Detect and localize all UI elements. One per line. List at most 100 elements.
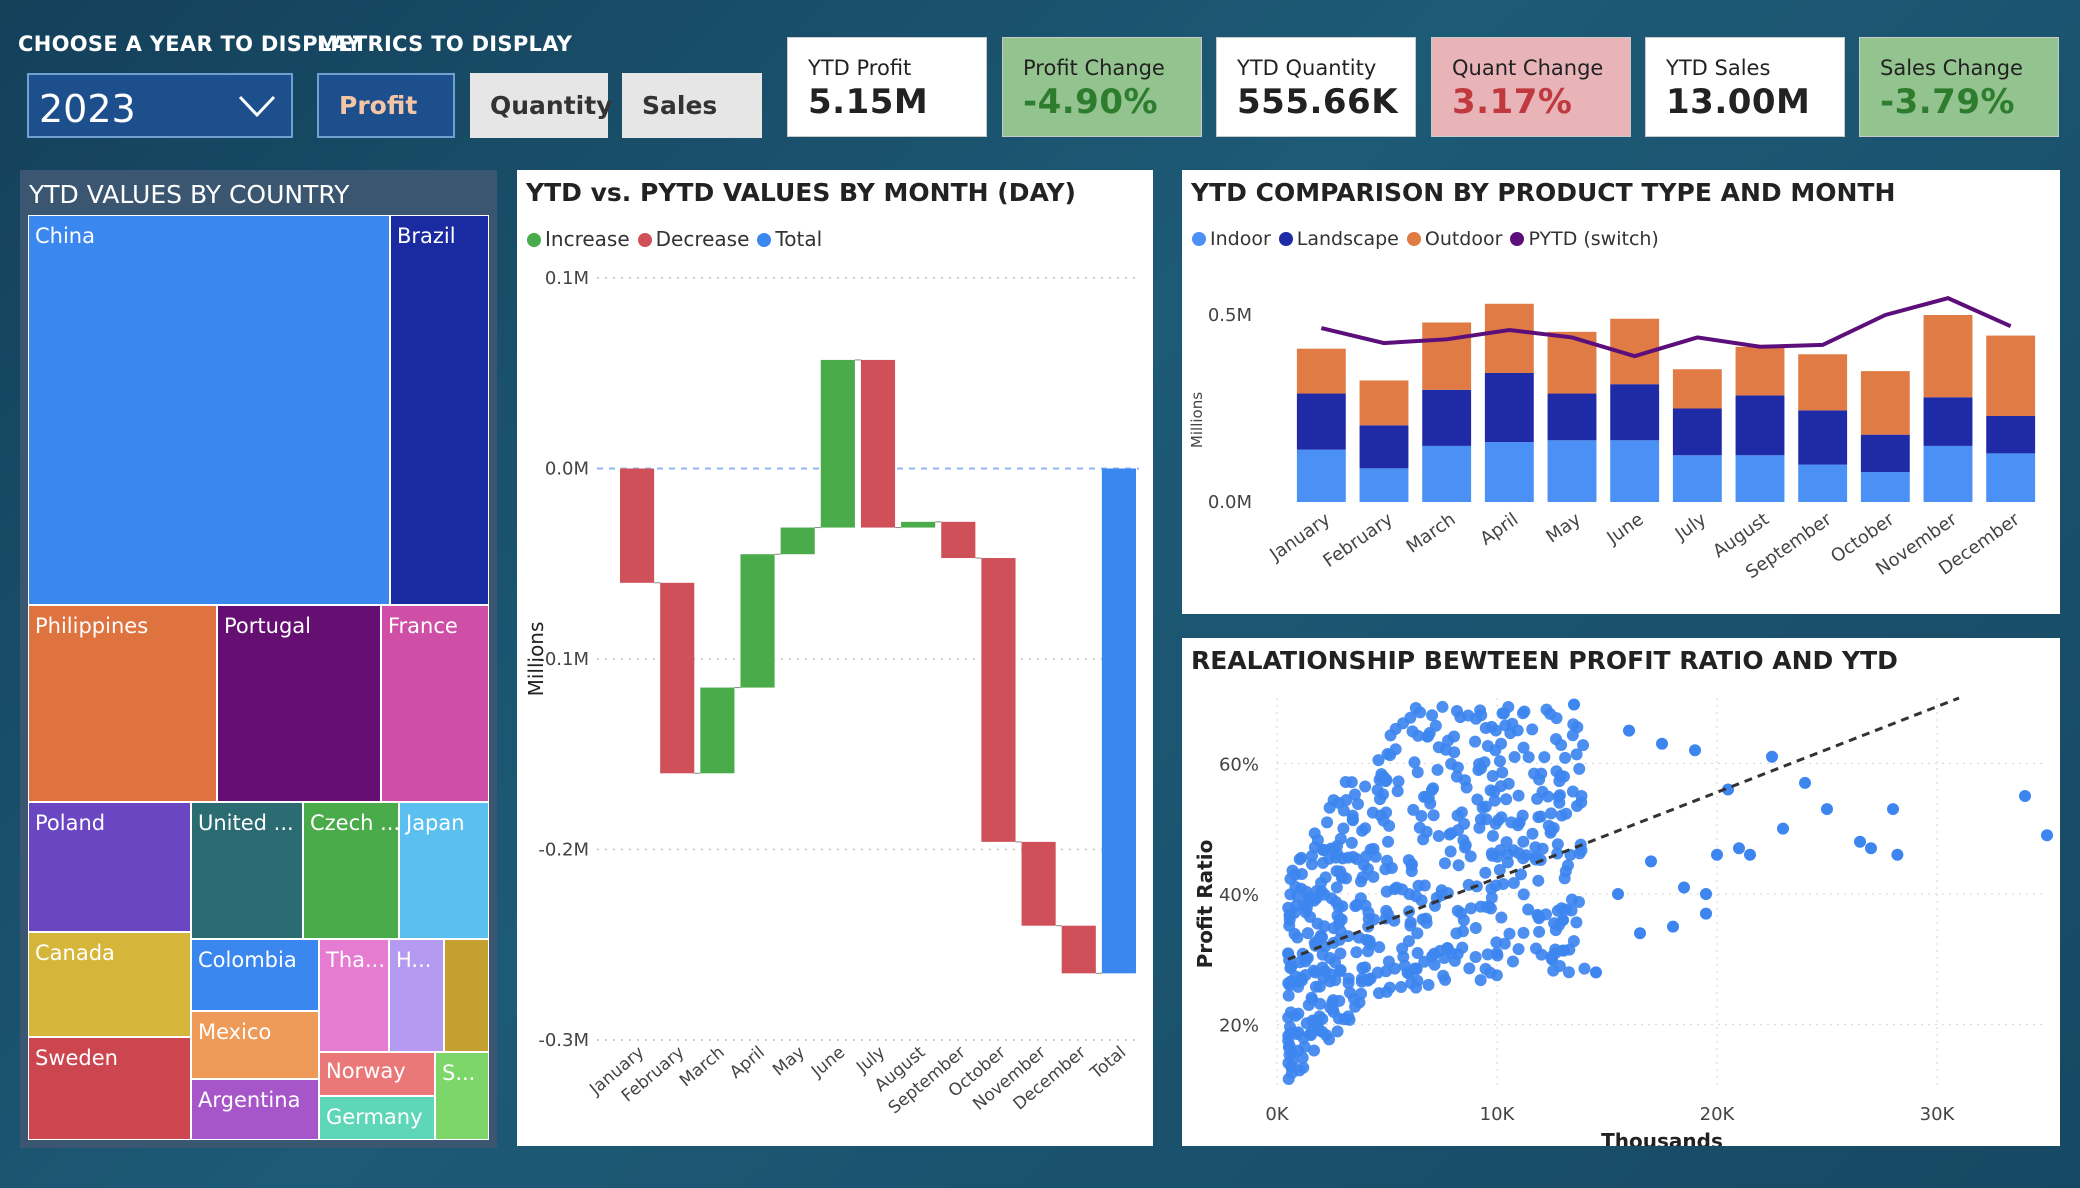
scatter-point <box>1334 865 1347 878</box>
scatter-point <box>1292 1007 1305 1020</box>
scatter-point <box>1306 849 1319 862</box>
scatter-point <box>1367 842 1380 855</box>
scatter-point <box>1500 793 1513 806</box>
scatter-point <box>1410 963 1423 976</box>
scatter-point <box>1359 961 1372 974</box>
scatter-point <box>1444 845 1457 858</box>
scatter-point <box>1538 751 1551 764</box>
treemap-tile-japan[interactable]: Japan <box>399 802 489 939</box>
scatter-point <box>1529 841 1542 854</box>
stacked-bar-segment <box>1296 393 1346 450</box>
stacked-bar-segment <box>1860 434 1910 473</box>
scatter-point <box>1667 920 1679 933</box>
x-tick-label: April <box>1476 509 1522 550</box>
scatter-point <box>1356 824 1369 837</box>
scatter-point <box>1411 927 1424 940</box>
scatter-point <box>1578 962 1591 975</box>
scatter-point <box>1395 981 1408 994</box>
treemap-tile-poland[interactable]: Poland <box>28 802 191 932</box>
scatter-point <box>1295 971 1308 984</box>
scatter-point <box>1373 941 1386 954</box>
scatter-point <box>1345 836 1358 849</box>
scatter-point <box>1334 947 1347 960</box>
treemap-tile-germany[interactable]: Germany <box>319 1096 435 1140</box>
scatter-point <box>2041 829 2053 842</box>
scatter-point <box>1422 978 1435 991</box>
metric-button-quantity[interactable]: Quantity <box>470 73 613 138</box>
treemap-tile-portugal[interactable]: Portugal <box>217 605 381 802</box>
kpi-label: YTD Quantity <box>1237 56 1377 80</box>
scatter-point <box>1432 829 1445 842</box>
treemap-tile-sweden[interactable]: Sweden <box>28 1037 191 1140</box>
stacked-bar-segment <box>1610 440 1660 502</box>
scatter-point <box>1493 863 1506 876</box>
x-tick-label: 20K <box>1700 1104 1736 1125</box>
treemap-tile-argentina[interactable]: Argentina <box>191 1079 319 1140</box>
kpi-label: Quant Change <box>1452 56 1604 80</box>
scatter-point <box>1309 980 1322 993</box>
scatter-point <box>1382 835 1395 848</box>
scatter-point <box>1536 785 1549 798</box>
scatter-point <box>1350 898 1363 911</box>
scatter-point <box>1289 880 1302 893</box>
scatter-point <box>1821 803 1833 816</box>
treemap-tile-h[interactable]: H... <box>389 939 444 1052</box>
scatter-point <box>1526 827 1539 840</box>
scatter-point <box>1526 723 1539 736</box>
scatter-point <box>1645 855 1657 868</box>
treemap-tile-mexico[interactable]: Mexico <box>191 1011 319 1079</box>
treemap-tile-philippines[interactable]: Philippines <box>28 605 217 802</box>
scatter-point <box>1414 706 1427 719</box>
treemap-tile-unlabeled[interactable] <box>444 939 489 1052</box>
scatter-point <box>1495 911 1508 924</box>
x-tick-label: July <box>1671 509 1711 546</box>
kpi-profit-change: Profit Change -4.90% <box>1002 37 1202 137</box>
scatter-point <box>1476 801 1489 814</box>
scatter-point <box>1700 888 1712 900</box>
scatter-panel: REALATIONSHIP BEWTEEN PROFIT RATIO AND Y… <box>1182 638 2060 1146</box>
scatter-point <box>1533 925 1546 938</box>
scatter-point <box>1445 827 1458 840</box>
waterfall-bar <box>700 687 735 774</box>
stacked-bar-segment <box>1484 442 1534 502</box>
scatter-point <box>1573 762 1586 775</box>
scatter-point <box>1383 981 1396 994</box>
scatter-point <box>1282 977 1295 990</box>
scatter-point <box>1331 839 1344 852</box>
scatter-point <box>1489 744 1502 757</box>
scatter-point <box>1409 981 1422 994</box>
year-dropdown[interactable]: 2023 <box>27 73 293 138</box>
metric-button-profit[interactable]: Profit <box>317 73 455 138</box>
scatter-point <box>1495 811 1508 824</box>
metric-button-sales[interactable]: Sales <box>622 73 762 138</box>
x-tick-label: May <box>769 1043 809 1081</box>
stacked-bar-segment <box>1798 354 1848 411</box>
scatter-point <box>1372 754 1385 767</box>
scatter-point <box>1439 973 1452 986</box>
scatter-point <box>1381 908 1394 921</box>
x-tick-label: 30K <box>1920 1104 1956 1125</box>
treemap-tile-brazil[interactable]: Brazil <box>390 215 489 605</box>
treemap-tile-china[interactable]: China <box>28 215 390 605</box>
stacked-bar-segment <box>1484 303 1534 373</box>
stacked-bar-segment <box>1923 445 1973 502</box>
treemap-tile-united[interactable]: United ... <box>191 802 303 939</box>
treemap-tile-colombia[interactable]: Colombia <box>191 939 319 1011</box>
stacked-bar-segment <box>1735 455 1785 502</box>
stacked-bar-segment <box>1359 425 1409 469</box>
treemap-tile-czech[interactable]: Czech ... <box>303 802 399 939</box>
scatter-point <box>1285 1067 1298 1080</box>
scatter-point <box>1522 751 1535 764</box>
treemap-tile-france[interactable]: France <box>381 605 489 802</box>
treemap-tile-norway[interactable]: Norway <box>319 1052 435 1096</box>
treemap-tile-s[interactable]: S... <box>435 1052 489 1140</box>
scatter-point <box>1333 933 1346 946</box>
treemap-tile-canada[interactable]: Canada <box>28 932 191 1037</box>
treemap-tile-thailand[interactable]: Tha... <box>319 939 389 1052</box>
scatter-point <box>1559 751 1572 764</box>
scatter-point <box>1507 876 1520 889</box>
kpi-label: Sales Change <box>1880 56 2023 80</box>
scatter-point <box>1355 975 1368 988</box>
scatter-point <box>1431 763 1444 776</box>
stacked-bar-segment <box>1359 380 1409 426</box>
